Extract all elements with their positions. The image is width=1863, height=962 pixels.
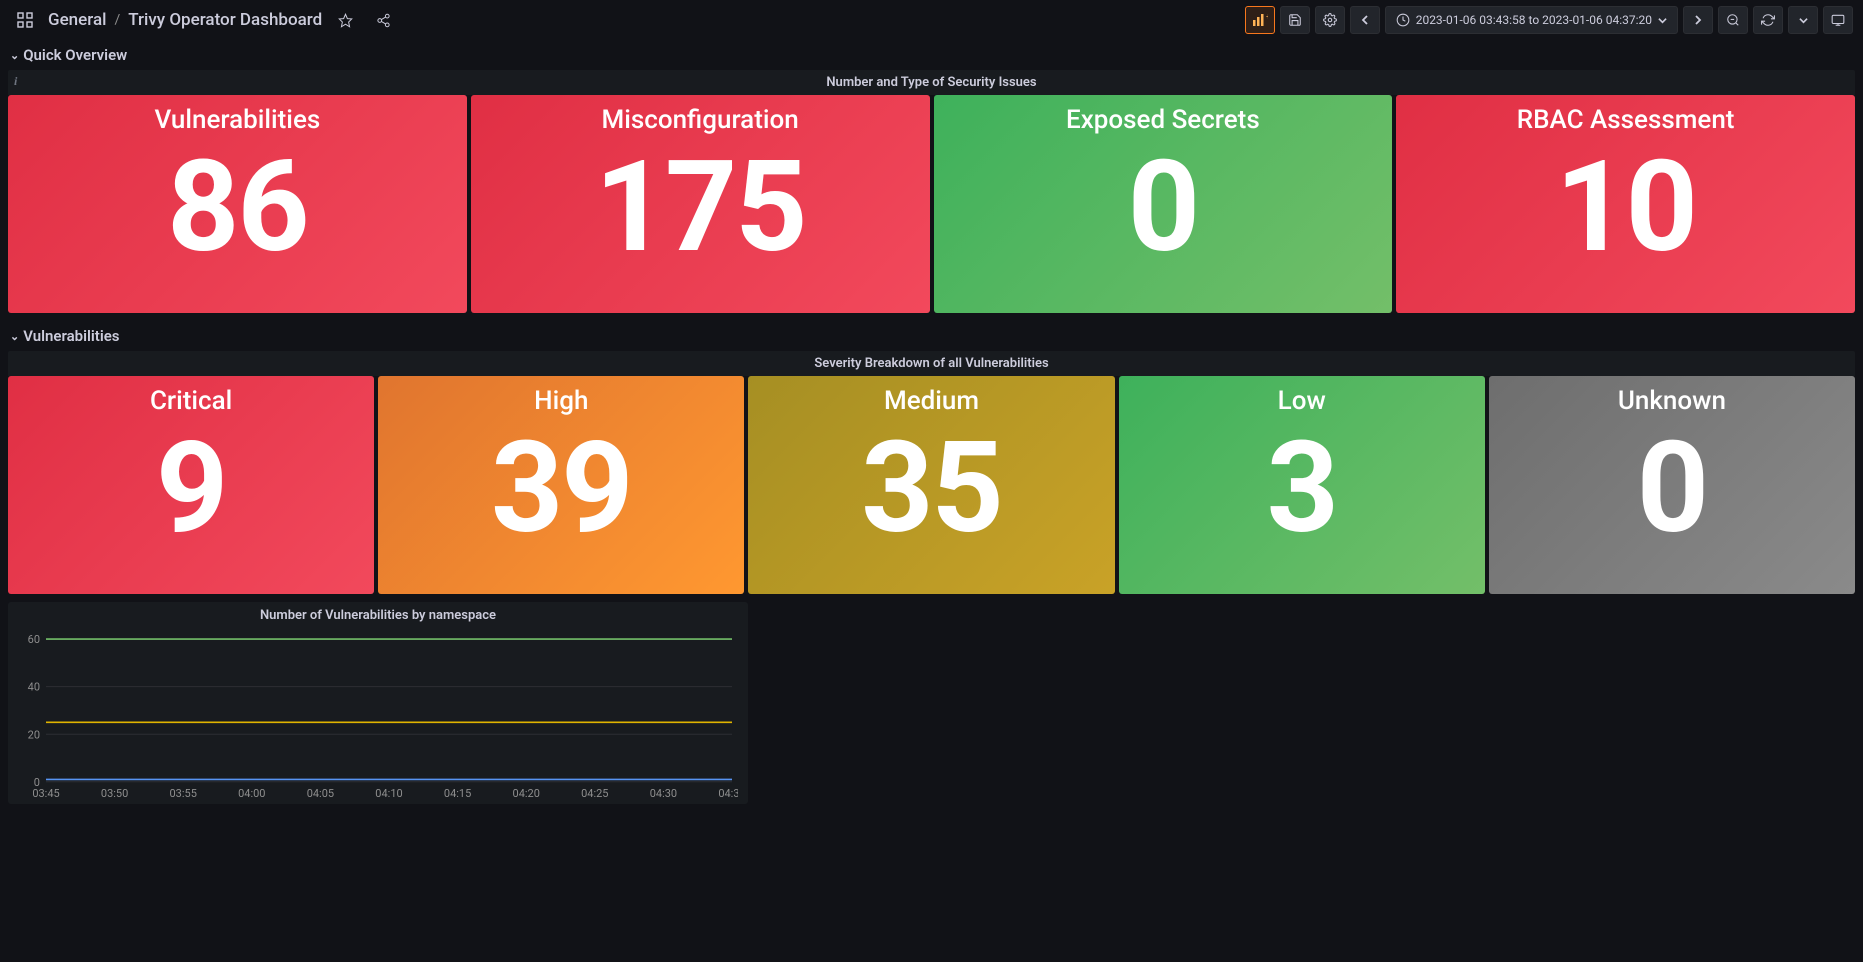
star-icon[interactable] <box>330 6 360 34</box>
stat-label: Unknown <box>1618 386 1726 416</box>
row-toggle-vulnerabilities[interactable]: ⌄ Vulnerabilities <box>0 321 1863 351</box>
svg-text:04:00: 04:00 <box>238 787 265 800</box>
svg-text:03:55: 03:55 <box>170 787 197 800</box>
svg-text:04:15: 04:15 <box>444 787 471 800</box>
zoom-out-button[interactable] <box>1718 6 1748 34</box>
stat-panel[interactable]: Exposed Secrets 0 <box>934 95 1393 313</box>
stat-value: 35 <box>861 422 1002 554</box>
add-panel-button[interactable]: + <box>1245 6 1275 34</box>
stat-value: 175 <box>595 141 806 273</box>
toolbar: + 2023-01-06 03:43:58 to 2023-01-06 04:3… <box>1245 6 1853 34</box>
cycle-view-button[interactable] <box>1823 6 1853 34</box>
chart-body: 020406003:4503:5003:5504:0004:0504:1004:… <box>8 629 748 804</box>
stat-value: 0 <box>1128 141 1198 273</box>
panel-vulns-by-namespace[interactable]: Number of Vulnerabilities by namespace 0… <box>8 602 748 804</box>
save-button[interactable] <box>1280 6 1310 34</box>
breadcrumb-root[interactable]: General <box>48 10 106 30</box>
stat-panel[interactable]: Misconfiguration 175 <box>471 95 930 313</box>
breadcrumb-separator: / <box>114 12 120 28</box>
breadcrumb: General / Trivy Operator Dashboard <box>10 6 398 34</box>
svg-text:40: 40 <box>28 681 40 694</box>
svg-text:04:30: 04:30 <box>650 787 677 800</box>
stat-panel[interactable]: Medium 35 <box>748 376 1114 594</box>
time-back-button[interactable] <box>1350 6 1380 34</box>
svg-text:60: 60 <box>28 633 40 646</box>
stat-value: 39 <box>491 422 632 554</box>
breadcrumb-title[interactable]: Trivy Operator Dashboard <box>128 10 322 30</box>
share-icon[interactable] <box>368 6 398 34</box>
svg-text:04:05: 04:05 <box>307 787 334 800</box>
clock-icon <box>1396 13 1410 27</box>
dashboard-grid-icon[interactable] <box>10 6 40 34</box>
stat-grid-security-issues: Vulnerabilities 86 Misconfiguration 175 Expo… <box>0 95 1863 321</box>
stat-value: 3 <box>1267 422 1337 554</box>
stat-label: RBAC Assessment <box>1517 105 1735 135</box>
refresh-interval-picker[interactable] <box>1788 6 1818 34</box>
panel-title-security-issues[interactable]: i Number and Type of Security Issues <box>8 70 1855 95</box>
row-label: Quick Overview <box>23 46 127 64</box>
svg-text:04:10: 04:10 <box>375 787 402 800</box>
stat-panel[interactable]: Vulnerabilities 86 <box>8 95 467 313</box>
refresh-button[interactable] <box>1753 6 1783 34</box>
stat-label: Low <box>1278 386 1326 416</box>
stat-panel[interactable]: High 39 <box>378 376 744 594</box>
stat-label: Vulnerabilities <box>155 105 321 135</box>
svg-text:20: 20 <box>28 728 40 741</box>
row-toggle-quick-overview[interactable]: ⌄ Quick Overview <box>0 40 1863 70</box>
stat-value: 10 <box>1555 141 1696 273</box>
svg-text:04:35: 04:35 <box>718 787 738 800</box>
svg-text:+: + <box>1266 13 1268 21</box>
stat-label: Misconfiguration <box>602 105 799 135</box>
stat-value: 9 <box>156 422 226 554</box>
stat-label: Exposed Secrets <box>1066 105 1260 135</box>
time-forward-button[interactable] <box>1683 6 1713 34</box>
stat-label: Critical <box>150 386 232 416</box>
chevron-down-icon <box>1658 16 1667 25</box>
panel-title-severity-breakdown[interactable]: Severity Breakdown of all Vulnerabilitie… <box>8 351 1855 376</box>
stat-label: Medium <box>884 386 979 416</box>
chart-title: Number of Vulnerabilities by namespace <box>8 602 748 629</box>
svg-text:03:50: 03:50 <box>101 787 128 800</box>
svg-text:04:25: 04:25 <box>581 787 608 800</box>
svg-text:04:20: 04:20 <box>513 787 540 800</box>
info-icon: i <box>14 74 17 89</box>
svg-text:03:45: 03:45 <box>32 787 59 800</box>
time-range-text: 2023-01-06 03:43:58 to 2023-01-06 04:37:… <box>1416 13 1652 27</box>
stat-panel[interactable]: Unknown 0 <box>1489 376 1855 594</box>
stat-grid-severity-breakdown: Critical 9 High 39 Medium 35 Low 3 Unknown 0 <box>0 376 1863 602</box>
chevron-down-icon: ⌄ <box>10 49 19 62</box>
chevron-down-icon: ⌄ <box>10 330 19 343</box>
time-range-picker[interactable]: 2023-01-06 03:43:58 to 2023-01-06 04:37:… <box>1385 6 1678 34</box>
settings-button[interactable] <box>1315 6 1345 34</box>
topbar: General / Trivy Operator Dashboard + <box>0 0 1863 40</box>
stat-label: High <box>534 386 588 416</box>
stat-panel[interactable]: Low 3 <box>1119 376 1485 594</box>
stat-value: 0 <box>1637 422 1707 554</box>
stat-panel[interactable]: Critical 9 <box>8 376 374 594</box>
stat-value: 86 <box>167 141 308 273</box>
stat-panel[interactable]: RBAC Assessment 10 <box>1396 95 1855 313</box>
row-label: Vulnerabilities <box>23 327 119 345</box>
